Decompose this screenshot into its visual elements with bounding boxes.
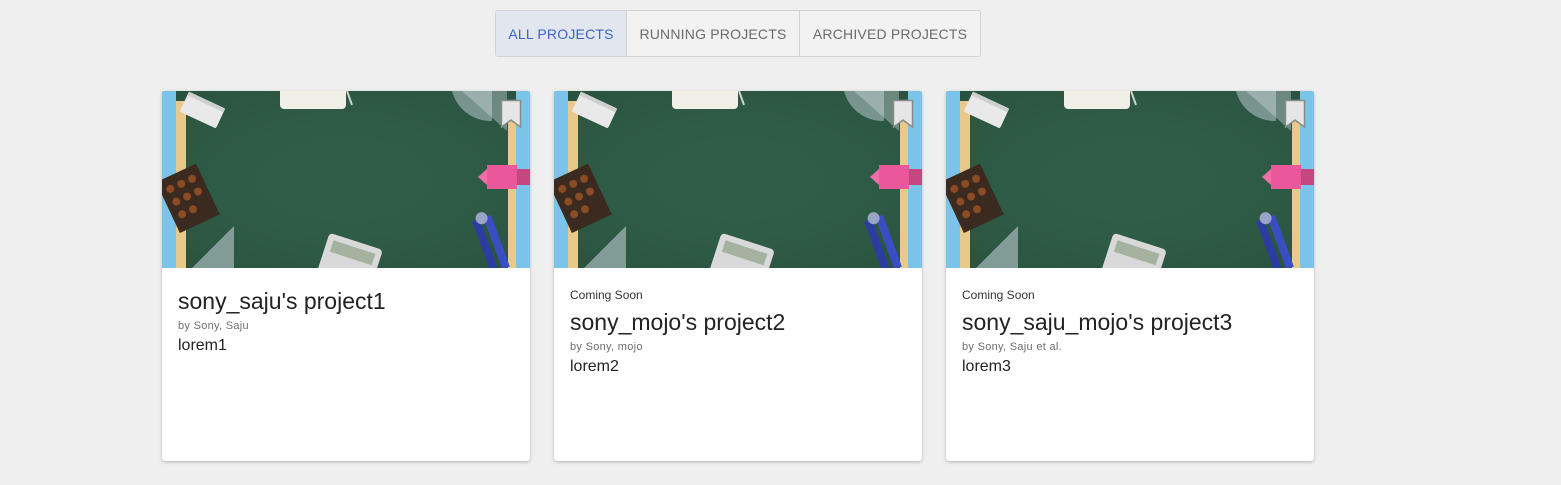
bookmark-icon[interactable] xyxy=(892,99,914,129)
project-card[interactable]: Coming Soon sony_saju_mojo's project3 by… xyxy=(946,91,1314,461)
project-cover-image xyxy=(946,91,1314,268)
project-card[interactable]: Coming Soon sony_mojo's project2 by Sony… xyxy=(554,91,922,461)
project-title: sony_saju's project1 xyxy=(178,288,386,314)
tab-running-projects[interactable]: RUNNING PROJECTS xyxy=(627,11,800,56)
project-title: sony_saju_mojo's project3 xyxy=(962,309,1233,335)
project-cover-image xyxy=(162,91,530,268)
card-body: Coming Soon sony_saju_mojo's project3 by… xyxy=(946,288,1314,377)
project-title: sony_mojo's project2 xyxy=(570,309,786,335)
project-description: lorem1 xyxy=(178,337,227,354)
card-body: sony_saju's project1 by Sony, Saju lorem… xyxy=(162,287,530,356)
status-badge: Coming Soon xyxy=(570,288,643,302)
card-body: Coming Soon sony_mojo's project2 by Sony… xyxy=(554,288,922,377)
tab-archived-projects[interactable]: ARCHIVED PROJECTS xyxy=(800,11,980,56)
project-author: by Sony, Saju et al. xyxy=(962,341,1062,353)
project-author: by Sony, mojo xyxy=(570,341,643,353)
bookmark-icon[interactable] xyxy=(1284,99,1306,129)
project-author: by Sony, Saju xyxy=(178,320,249,332)
project-description: lorem2 xyxy=(570,358,619,375)
project-cover-image xyxy=(554,91,922,268)
tab-all-projects[interactable]: ALL PROJECTS xyxy=(496,11,627,56)
bookmark-icon[interactable] xyxy=(500,99,522,129)
project-card[interactable]: sony_saju's project1 by Sony, Saju lorem… xyxy=(162,91,530,461)
project-description: lorem3 xyxy=(962,358,1011,375)
status-badge: Coming Soon xyxy=(962,288,1035,302)
project-filter-tabs: ALL PROJECTS RUNNING PROJECTS ARCHIVED P… xyxy=(495,10,981,57)
